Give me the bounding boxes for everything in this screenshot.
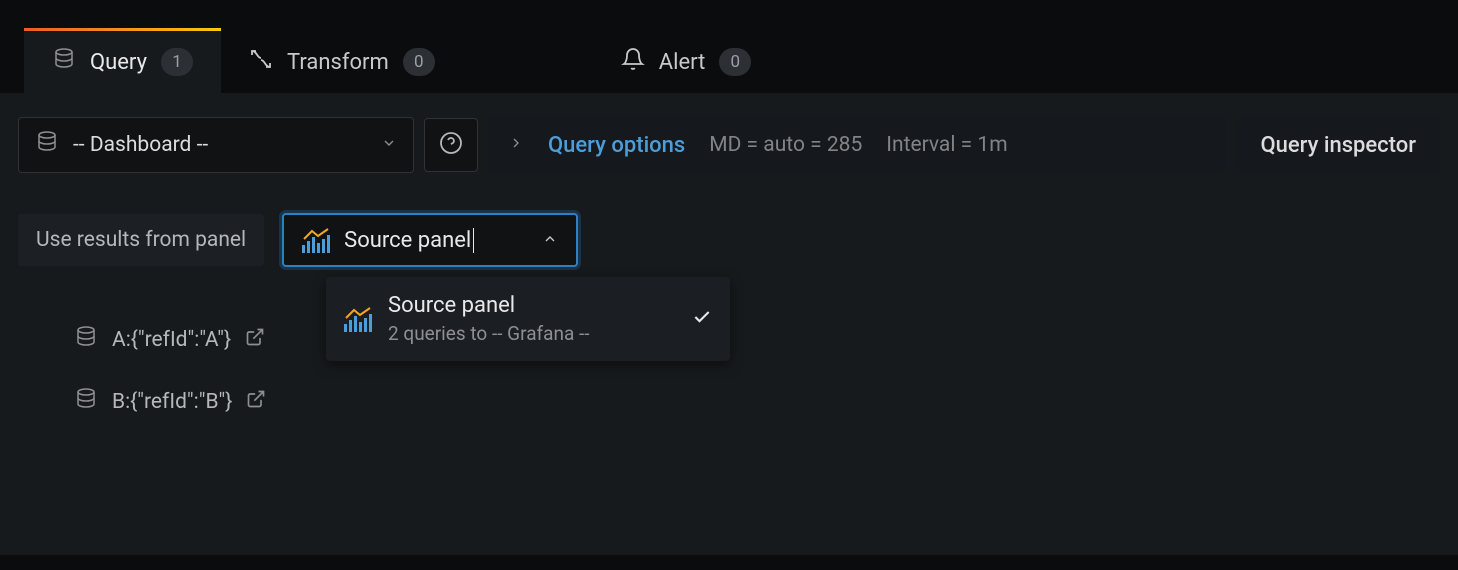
tab-query[interactable]: Query 1: [24, 28, 221, 93]
tab-transform-count: 0: [403, 48, 435, 76]
check-icon: [692, 307, 712, 332]
dropdown-option-text: Source panel 2 queries to -- Grafana --: [388, 293, 590, 345]
panel-select-dropdown: Source panel 2 queries to -- Grafana --: [326, 277, 730, 361]
tab-query-count: 1: [161, 48, 193, 76]
panel-selector-row: Use results from panel Source panel: [18, 213, 1440, 267]
result-label: A:{"refId":"A"}: [112, 328, 231, 352]
tab-query-label: Query: [90, 50, 147, 75]
tab-transform-label: Transform: [287, 50, 389, 75]
query-options-bar: Query options MD = auto = 285 Interval =…: [488, 118, 1226, 172]
panel-select-value: Source panel: [344, 228, 474, 253]
database-icon: [74, 325, 98, 355]
panel-select[interactable]: Source panel: [282, 213, 578, 267]
tab-alert[interactable]: Alert 0: [593, 31, 780, 93]
tab-alert-count: 0: [719, 48, 751, 76]
results-list: A:{"refId":"A"} B:{"refId":"B"}: [54, 303, 1414, 439]
query-inspector-label: Query inspector: [1260, 133, 1416, 158]
graph-icon: [344, 306, 372, 332]
datasource-name: -- Dashboard --: [73, 133, 208, 157]
tab-alert-label: Alert: [659, 50, 706, 75]
help-icon: [439, 131, 463, 160]
chevron-right-icon[interactable]: [508, 135, 524, 156]
database-icon: [35, 130, 59, 160]
dropdown-option-title: Source panel: [388, 293, 590, 318]
database-icon: [52, 47, 76, 77]
panel-selector-label: Use results from panel: [18, 214, 264, 266]
tabs-bar: Query 1 Transform 0 Alert 0: [0, 0, 1458, 93]
result-row: B:{"refId":"B"}: [54, 371, 1414, 433]
chevron-up-icon: [542, 228, 558, 253]
dropdown-option[interactable]: Source panel 2 queries to -- Grafana --: [326, 279, 730, 359]
datasource-picker[interactable]: -- Dashboard --: [18, 117, 414, 173]
query-inspector-button[interactable]: Query inspector: [1236, 118, 1440, 172]
interval-info: Interval = 1m: [886, 133, 1007, 157]
result-label: B:{"refId":"B"}: [112, 390, 232, 414]
database-icon: [74, 387, 98, 417]
external-link-icon[interactable]: [246, 389, 266, 415]
graph-icon: [302, 227, 330, 253]
bell-icon: [621, 47, 645, 77]
external-link-icon[interactable]: [245, 327, 265, 353]
result-row: A:{"refId":"A"}: [54, 309, 1414, 371]
help-button[interactable]: [424, 118, 478, 172]
chevron-down-icon: [381, 133, 397, 157]
dropdown-option-subtitle: 2 queries to -- Grafana --: [388, 322, 590, 345]
query-toolbar: -- Dashboard -- Query options MD = auto …: [18, 117, 1440, 173]
content-area: -- Dashboard -- Query options MD = auto …: [0, 93, 1458, 555]
query-options-link[interactable]: Query options: [548, 133, 685, 158]
transform-icon: [249, 47, 273, 77]
md-info: MD = auto = 285: [709, 133, 862, 157]
tab-transform[interactable]: Transform 0: [221, 31, 463, 93]
